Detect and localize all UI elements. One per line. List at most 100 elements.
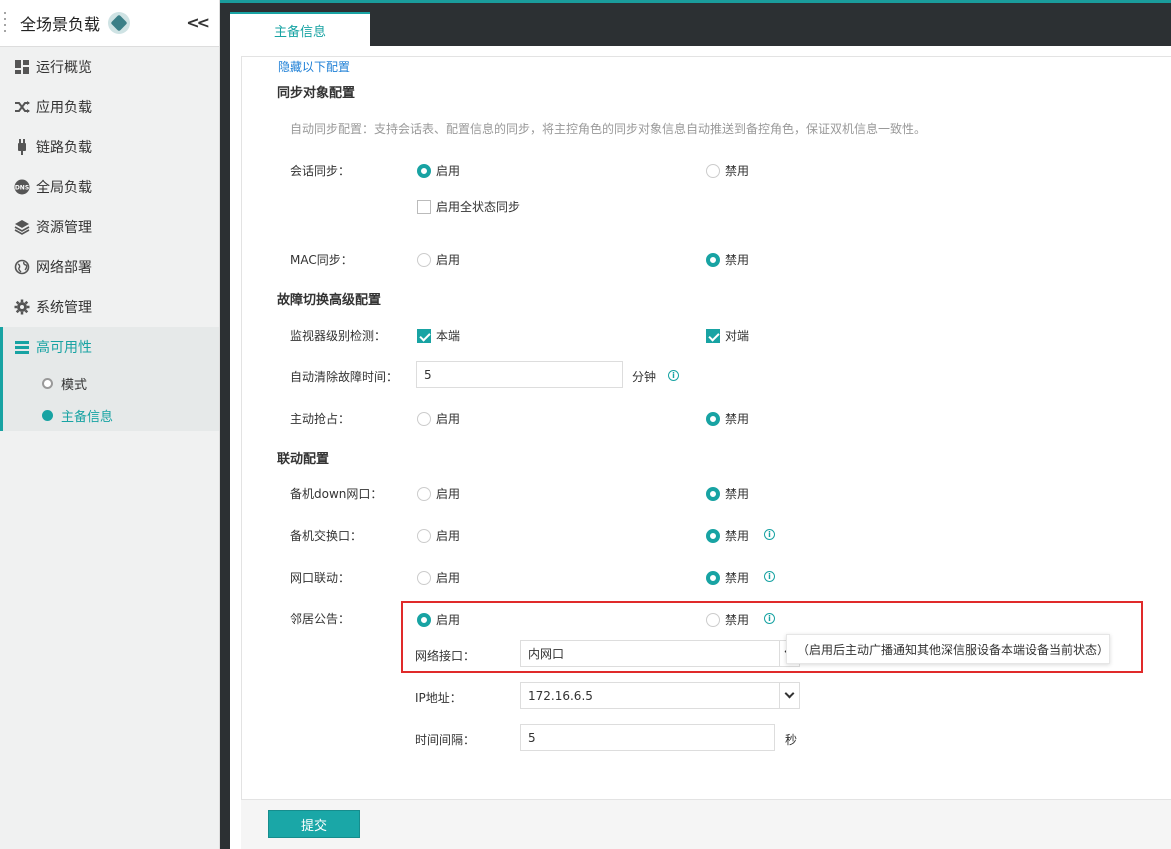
session-sync-enable-radio[interactable]: 启用 (417, 162, 460, 179)
radio-checked-icon (706, 570, 720, 585)
sidebar-item-network[interactable]: 网络部署 (0, 247, 219, 287)
standby-switch-label: 备机交换口： (290, 529, 363, 543)
logo-icon (108, 12, 131, 34)
interval-input[interactable]: 5 (520, 724, 775, 751)
info-icon[interactable]: i (764, 529, 775, 540)
monitor-check-label: 监视器级别检测： (290, 329, 387, 343)
sidebar-nav: 运行概览 应用负载 链路负载 DNS 全局负载 资源管理 网络部署 系统管理 高… (0, 47, 219, 367)
sidebar-item-app-load[interactable]: 应用负载 (0, 87, 219, 127)
radio-unchecked-icon (417, 570, 431, 585)
radio-checked-icon (417, 163, 431, 178)
radio-label: 禁用 (725, 164, 750, 178)
session-sync-label: 会话同步： (290, 164, 351, 178)
standby-down-enable-radio[interactable]: 启用 (417, 485, 460, 502)
svg-text:DNS: DNS (15, 185, 29, 192)
sidebar-item-link-load[interactable]: 链路负载 (0, 127, 219, 167)
info-icon[interactable]: i (668, 370, 679, 381)
sidebar-item-label: 高可用性 (36, 340, 92, 356)
checkbox-label: 对端 (725, 329, 750, 343)
tab-ha-info[interactable]: 主备信息 (230, 12, 370, 46)
checkbox-checked-icon (417, 328, 431, 343)
double-chevron-left-icon[interactable]: << (186, 13, 210, 32)
minutes-unit: 分钟 (632, 370, 657, 384)
preempt-disable-radio[interactable]: 禁用 (706, 410, 749, 427)
radio-label: 启用 (436, 412, 461, 426)
sidebar-item-label: 运行概览 (36, 60, 92, 76)
sidebar: 全场景负载 << 运行概览 应用负载 链路负载 DNS 全局负载 资源管理 网络… (0, 0, 220, 849)
radio-unchecked-icon (417, 252, 431, 267)
standby-switch-enable-radio[interactable]: 启用 (417, 527, 460, 544)
section-title-sync: 同步对象配置 (277, 86, 356, 101)
radio-label: 启用 (436, 571, 461, 585)
hide-config-link[interactable]: 隐藏以下配置 (278, 58, 350, 75)
app-title: 全场景负载 (20, 15, 101, 34)
sidebar-item-label: 资源管理 (36, 220, 92, 236)
radio-label: 启用 (436, 529, 461, 543)
session-sync-disable-radio[interactable]: 禁用 (706, 162, 749, 179)
neighbor-announce-label: 邻居公告： (290, 612, 351, 626)
sidebar-item-label: 系统管理 (36, 300, 92, 316)
circle-icon (42, 377, 53, 389)
radio-label: 启用 (436, 487, 461, 501)
dns-icon: DNS (12, 177, 32, 197)
standby-switch-disable-radio[interactable]: 禁用 (706, 527, 749, 544)
radio-checked-icon (706, 528, 720, 543)
port-link-label: 网口联动： (290, 571, 351, 585)
radio-label: 启用 (436, 164, 461, 178)
monitor-peer-checkbox[interactable]: 对端 (706, 327, 749, 344)
radio-unchecked-icon (417, 528, 431, 543)
dashboard-icon (12, 57, 32, 77)
sidebar-item-overview[interactable]: 运行概览 (0, 47, 219, 87)
radio-label: 禁用 (725, 253, 750, 267)
checkbox-label: 本端 (436, 329, 461, 343)
layers-icon (12, 217, 32, 237)
shuffle-icon (12, 97, 32, 117)
tab-bar: 主备信息 (230, 12, 1171, 46)
accent-bar (220, 0, 1171, 3)
submit-button[interactable]: 提交 (268, 810, 360, 838)
mac-sync-disable-radio[interactable]: 禁用 (706, 251, 749, 268)
preempt-label: 主动抢占： (290, 412, 351, 426)
port-link-disable-radio[interactable]: 禁用 (706, 569, 749, 586)
ip-value: 172.16.6.5 (528, 688, 593, 703)
list-icon (12, 337, 32, 357)
checkbox-checked-icon (706, 328, 720, 343)
sidebar-submenu: 模式 主备信息 (0, 367, 219, 431)
sidebar-item-resource[interactable]: 资源管理 (0, 207, 219, 247)
section-title-linkage: 联动配置 (277, 452, 330, 467)
auto-clear-input[interactable]: 5 (416, 361, 623, 388)
full-state-sync-checkbox[interactable]: 启用全状态同步 (417, 198, 520, 215)
standby-down-disable-radio[interactable]: 禁用 (706, 485, 749, 502)
preempt-enable-radio[interactable]: 启用 (417, 410, 460, 427)
mac-sync-label: MAC同步： (290, 253, 353, 267)
radio-unchecked-icon (706, 163, 720, 178)
section-title-failover: 故障切换高级配置 (277, 293, 382, 308)
auto-clear-label: 自动清除故障时间： (290, 370, 399, 384)
info-icon[interactable]: i (764, 571, 775, 582)
mac-sync-enable-radio[interactable]: 启用 (417, 251, 460, 268)
radio-label: 禁用 (725, 571, 750, 585)
form-footer: 提交 (241, 800, 1171, 849)
ip-select[interactable]: 172.16.6.5 (520, 682, 800, 709)
form-panel: 隐藏以下配置 同步对象配置 自动同步配置：支持会话表、配置信息的同步，将主控角色… (241, 56, 1171, 800)
sidebar-subitem-label: 模式 (61, 377, 88, 393)
sidebar-item-high-availability[interactable]: 高可用性 (0, 327, 219, 367)
sync-description: 自动同步配置：支持会话表、配置信息的同步，将主控角色的同步对象信息自动推送到备控… (290, 122, 927, 136)
sidebar-subitem-ha-info[interactable]: 主备信息 (3, 399, 219, 431)
chevron-down-icon (779, 683, 799, 708)
sidebar-item-global-load[interactable]: DNS 全局负载 (0, 167, 219, 207)
drag-handle-icon[interactable] (4, 12, 7, 36)
main-content: 隐藏以下配置 同步对象配置 自动同步配置：支持会话表、配置信息的同步，将主控角色… (230, 46, 1171, 849)
monitor-local-checkbox[interactable]: 本端 (417, 327, 460, 344)
port-link-enable-radio[interactable]: 启用 (417, 569, 460, 586)
radio-unchecked-icon (417, 411, 431, 426)
radio-label: 禁用 (725, 529, 750, 543)
sidebar-subitem-mode[interactable]: 模式 (3, 367, 219, 399)
sidebar-item-label: 应用负载 (36, 100, 92, 116)
radio-checked-icon (706, 252, 720, 267)
sidebar-item-label: 链路负载 (36, 140, 92, 156)
radio-unchecked-icon (417, 486, 431, 501)
sidebar-item-system[interactable]: 系统管理 (0, 287, 219, 327)
globe-icon (12, 257, 32, 277)
sidebar-item-label: 全局负载 (36, 180, 92, 196)
